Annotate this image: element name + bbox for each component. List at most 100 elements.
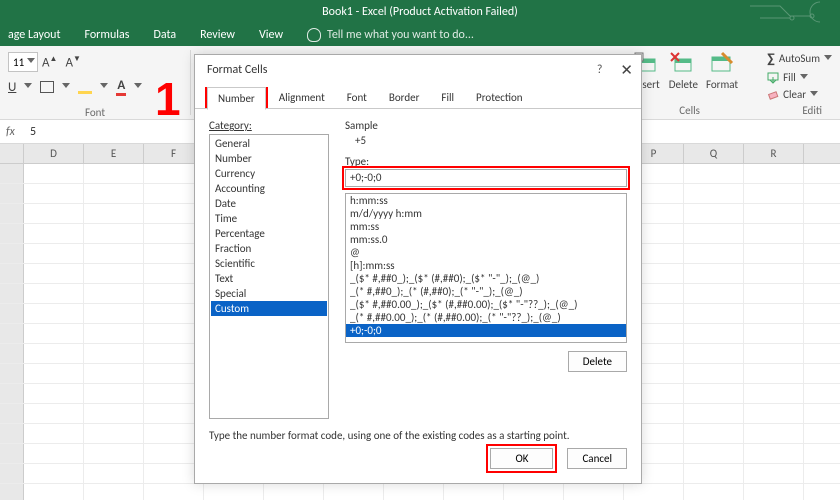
- category-item[interactable]: Fraction: [211, 241, 327, 256]
- row-header[interactable]: [0, 264, 24, 283]
- cell[interactable]: [564, 484, 624, 500]
- chevron-down-icon[interactable]: [24, 83, 32, 91]
- cell[interactable]: [744, 364, 804, 383]
- category-item[interactable]: Special: [211, 286, 327, 301]
- cell[interactable]: [744, 464, 804, 483]
- type-item[interactable]: h:mm:ss: [346, 194, 626, 207]
- category-item[interactable]: Number: [211, 151, 327, 166]
- category-item[interactable]: Percentage: [211, 226, 327, 241]
- cell[interactable]: [744, 164, 804, 183]
- decrease-font-icon[interactable]: A▼: [65, 54, 84, 70]
- type-item[interactable]: [h]:mm:ss: [346, 259, 626, 272]
- cell[interactable]: [24, 444, 84, 463]
- cell[interactable]: [84, 444, 144, 463]
- cell[interactable]: [84, 424, 144, 443]
- cell[interactable]: [84, 204, 144, 223]
- cell[interactable]: [24, 224, 84, 243]
- cell[interactable]: [744, 404, 804, 423]
- cell[interactable]: [84, 384, 144, 403]
- dialog-title-bar[interactable]: Format Cells ? ✕: [195, 55, 641, 85]
- row-header[interactable]: [0, 384, 24, 403]
- select-all-corner[interactable]: [0, 144, 24, 163]
- cell[interactable]: [84, 464, 144, 483]
- category-item[interactable]: Scientific: [211, 256, 327, 271]
- chevron-down-icon[interactable]: [134, 83, 142, 91]
- tab-alignment[interactable]: Alignment: [268, 86, 336, 109]
- type-item[interactable]: mm:ss.0: [346, 233, 626, 246]
- cell[interactable]: [24, 324, 84, 343]
- row-header[interactable]: [0, 404, 24, 423]
- row-header[interactable]: [0, 344, 24, 363]
- cell[interactable]: [84, 284, 144, 303]
- type-item[interactable]: m/d/yyyy h:mm: [346, 207, 626, 220]
- tab-fill[interactable]: Fill: [430, 86, 465, 109]
- cell[interactable]: [744, 344, 804, 363]
- cell[interactable]: [24, 204, 84, 223]
- cell[interactable]: [684, 464, 744, 483]
- cell[interactable]: [744, 224, 804, 243]
- increase-font-icon[interactable]: A▲: [42, 54, 61, 70]
- type-item[interactable]: _(* #,##0_);_(* (#,##0);_(* "-"_);_(@_): [346, 285, 626, 298]
- cell[interactable]: [624, 484, 684, 500]
- row-header[interactable]: [0, 284, 24, 303]
- row-header[interactable]: [0, 244, 24, 263]
- cell[interactable]: [84, 224, 144, 243]
- cell[interactable]: [84, 364, 144, 383]
- type-item[interactable]: +0;-0;0: [346, 324, 626, 337]
- category-item[interactable]: Time: [211, 211, 327, 226]
- col-header[interactable]: E: [84, 144, 144, 163]
- cell[interactable]: [684, 224, 744, 243]
- delete-cells-button[interactable]: Delete: [669, 50, 698, 91]
- tab-number[interactable]: Number: [207, 87, 266, 110]
- cell[interactable]: [684, 204, 744, 223]
- tab-font[interactable]: Font: [336, 86, 378, 109]
- category-item[interactable]: General: [211, 136, 327, 151]
- tab-view[interactable]: View: [259, 28, 283, 42]
- cell[interactable]: [744, 444, 804, 463]
- cell[interactable]: [84, 404, 144, 423]
- cell[interactable]: [84, 324, 144, 343]
- cell[interactable]: [84, 344, 144, 363]
- type-list[interactable]: h:mm:ssm/d/yyyy h:mmmm:ssmm:ss.0@[h]:mm:…: [345, 193, 627, 343]
- cell[interactable]: [84, 184, 144, 203]
- fx-icon[interactable]: fx: [6, 125, 30, 139]
- cell[interactable]: [84, 304, 144, 323]
- category-list[interactable]: GeneralNumberCurrencyAccountingDateTimeP…: [209, 134, 329, 419]
- cell[interactable]: [204, 484, 264, 500]
- cell[interactable]: [84, 164, 144, 183]
- cell[interactable]: [684, 304, 744, 323]
- cell[interactable]: [744, 184, 804, 203]
- cell[interactable]: [684, 344, 744, 363]
- cell[interactable]: [24, 304, 84, 323]
- delete-button[interactable]: Delete: [568, 351, 627, 372]
- cell[interactable]: [684, 184, 744, 203]
- col-header[interactable]: Q: [684, 144, 744, 163]
- tab-data[interactable]: Data: [153, 28, 176, 42]
- cell[interactable]: [744, 264, 804, 283]
- cell[interactable]: [744, 484, 804, 500]
- tell-me-search[interactable]: Tell me what you want to do...: [307, 28, 474, 42]
- fill-color-button[interactable]: [78, 80, 92, 94]
- category-item[interactable]: Custom: [211, 301, 327, 316]
- cell[interactable]: [684, 364, 744, 383]
- font-color-button[interactable]: A: [116, 78, 126, 96]
- underline-button[interactable]: U: [8, 80, 16, 95]
- cell[interactable]: [24, 284, 84, 303]
- cell[interactable]: [684, 324, 744, 343]
- cancel-button[interactable]: Cancel: [567, 448, 627, 469]
- tab-formulas[interactable]: Formulas: [85, 28, 130, 42]
- cell[interactable]: [24, 264, 84, 283]
- cell[interactable]: [24, 364, 84, 383]
- cell[interactable]: [684, 384, 744, 403]
- col-header[interactable]: D: [24, 144, 84, 163]
- cell[interactable]: [84, 264, 144, 283]
- row-header[interactable]: [0, 204, 24, 223]
- cell[interactable]: [684, 424, 744, 443]
- cell[interactable]: [24, 184, 84, 203]
- category-item[interactable]: Date: [211, 196, 327, 211]
- cell[interactable]: [684, 244, 744, 263]
- cell[interactable]: [744, 284, 804, 303]
- cell[interactable]: [84, 484, 144, 500]
- col-header[interactable]: R: [744, 144, 804, 163]
- cell[interactable]: [264, 484, 324, 500]
